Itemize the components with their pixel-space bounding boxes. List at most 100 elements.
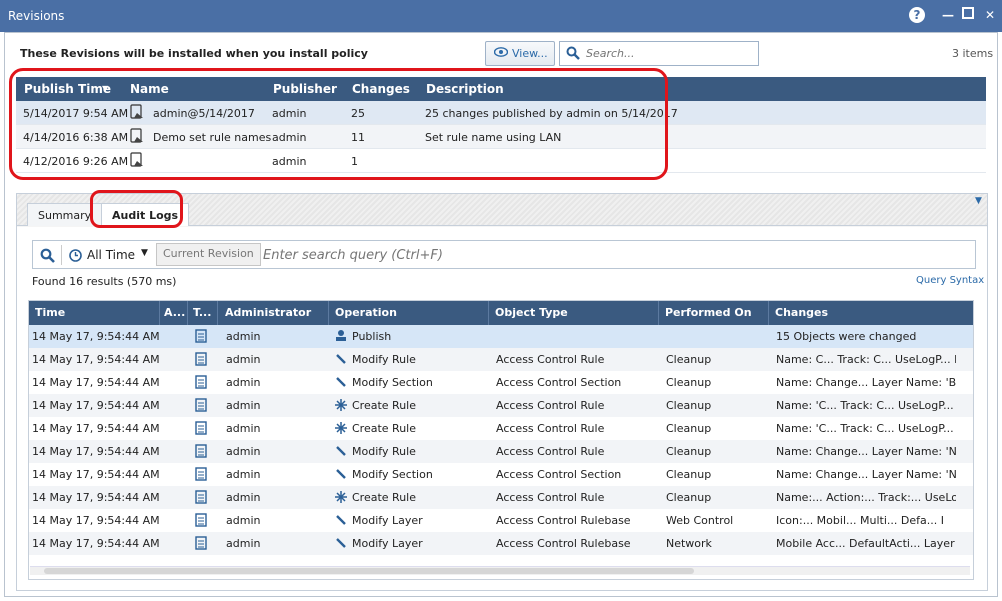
eye-icon <box>493 42 509 65</box>
audit-time: 14 May 17, 9:54:44 AM <box>32 468 160 481</box>
audit-performed-on: Cleanup <box>666 376 712 389</box>
divider <box>159 301 160 325</box>
search-input[interactable] <box>586 45 751 62</box>
document-icon <box>195 398 207 412</box>
clock-icon <box>69 249 82 262</box>
audit-changes: Icon:... Mobil... Multi... Defa... I <box>776 514 944 527</box>
pencil-icon <box>334 444 348 458</box>
audit-performed-on: Cleanup <box>666 445 712 458</box>
audit-time: 14 May 17, 9:54:44 AM <box>32 353 160 366</box>
col-time[interactable]: Time <box>35 306 65 319</box>
audit-row[interactable]: 14 May 17, 9:54:44 AM admin Modify Layer Ac… <box>29 532 973 555</box>
pencil-icon <box>334 375 348 389</box>
audit-admin: admin <box>226 514 261 527</box>
audit-object-type: Access Control Section <box>496 468 622 481</box>
close-icon[interactable]: ✕ <box>982 7 998 23</box>
audit-operation: Create Rule <box>352 422 416 435</box>
audit-operation: Publish <box>352 330 392 343</box>
audit-object-type: Access Control Rule <box>496 491 605 504</box>
window-title: Revisions <box>8 9 65 23</box>
audit-changes: Name: 'C... Track: C... UseLogP... L <box>776 399 956 412</box>
audit-time: 14 May 17, 9:54:44 AM <box>32 514 160 527</box>
sparkle-icon <box>334 421 348 435</box>
col-changes[interactable]: Changes <box>775 306 828 319</box>
audit-time: 14 May 17, 9:54:44 AM <box>32 330 160 343</box>
view-button[interactable]: View... <box>485 41 555 66</box>
audit-changes: Name: Change... Layer Name: 'N... L <box>776 445 956 458</box>
col-object-type[interactable]: Object Type <box>495 306 568 319</box>
audit-row[interactable]: 14 May 17, 9:54:44 AM admin Modify Rule Acc… <box>29 440 973 463</box>
document-icon <box>195 513 207 527</box>
horizontal-scrollbar[interactable] <box>30 566 970 575</box>
audit-performed-on: Cleanup <box>666 468 712 481</box>
audit-object-type: Access Control Rulebase <box>496 537 631 550</box>
audit-time: 14 May 17, 9:54:44 AM <box>32 445 160 458</box>
sparkle-icon <box>334 398 348 412</box>
col-administrator[interactable]: Administrator <box>225 306 311 319</box>
publish-icon <box>334 329 348 343</box>
pencil-icon <box>334 513 348 527</box>
audit-changes: Name:... Action:... Track:... UseLo <box>776 491 956 504</box>
audit-admin: admin <box>226 353 261 366</box>
document-icon <box>195 490 207 504</box>
audit-row[interactable]: 14 May 17, 9:54:44 AM admin Create Rule Acc… <box>29 417 973 440</box>
audit-logs-panel: All Time ▼ Current Revision Found 16 res… <box>17 227 987 590</box>
scroll-thumb[interactable] <box>44 568 694 574</box>
document-icon <box>195 444 207 458</box>
document-icon <box>195 375 207 389</box>
col-performed-on[interactable]: Performed On <box>665 306 752 319</box>
audit-row[interactable]: 14 May 17, 9:54:44 AM admin Create Rule Acc… <box>29 486 973 509</box>
search-box[interactable] <box>559 41 759 66</box>
query-syntax-link[interactable]: Query Syntax <box>916 275 984 286</box>
current-revision-button[interactable]: Current Revision <box>156 243 261 266</box>
audit-admin: admin <box>226 330 261 343</box>
audit-row[interactable]: 14 May 17, 9:54:44 AM admin Create Rule Acc… <box>29 394 973 417</box>
collapse-icon[interactable]: ▼ <box>975 196 982 206</box>
audit-row[interactable]: 14 May 17, 9:54:44 AM admin Publish 15 Obje… <box>29 325 973 348</box>
pencil-icon <box>334 352 348 366</box>
audit-row[interactable]: 14 May 17, 9:54:44 AM admin Modify Rule Acc… <box>29 348 973 371</box>
audit-operation: Create Rule <box>352 399 416 412</box>
audit-header: Time A... T... Administrator Operation O… <box>29 301 973 325</box>
audit-time: 14 May 17, 9:54:44 AM <box>32 422 160 435</box>
col-t[interactable]: T... <box>193 306 211 319</box>
audit-changes: Name: Change... Layer Name: 'N... L <box>776 468 956 481</box>
divider <box>658 301 659 325</box>
results-info: Found 16 results (570 ms) <box>32 275 177 288</box>
help-icon[interactable]: ? <box>909 7 925 23</box>
audit-changes: Mobile Acc... DefaultActi... Layer Na <box>776 537 956 550</box>
divider <box>328 301 329 325</box>
view-button-label: View... <box>512 47 548 60</box>
divider <box>187 301 188 325</box>
audit-operation: Modify Layer <box>352 514 423 527</box>
audit-operation: Modify Section <box>352 376 433 389</box>
divider <box>488 301 489 325</box>
highlight-outline-audit-tab <box>90 190 183 228</box>
minimize-icon[interactable]: — <box>940 7 956 23</box>
audit-rows: 14 May 17, 9:54:44 AM admin Publish 15 Obje… <box>29 325 973 555</box>
audit-performed-on: Web Control <box>666 514 734 527</box>
col-operation[interactable]: Operation <box>335 306 397 319</box>
chevron-down-icon[interactable]: ▼ <box>141 248 148 258</box>
audit-performed-on: Cleanup <box>666 399 712 412</box>
maximize-icon[interactable] <box>960 7 976 23</box>
audit-row[interactable]: 14 May 17, 9:54:44 AM admin Modify Section… <box>29 463 973 486</box>
audit-object-type: Access Control Rule <box>496 422 605 435</box>
query-bar: All Time ▼ Current Revision <box>32 240 976 269</box>
audit-table: Time A... T... Administrator Operation O… <box>28 300 974 580</box>
col-a[interactable]: A... <box>164 306 185 319</box>
highlight-outline-revisions <box>9 68 668 180</box>
audit-row[interactable]: 14 May 17, 9:54:44 AM admin Modify Section… <box>29 371 973 394</box>
audit-time: 14 May 17, 9:54:44 AM <box>32 537 160 550</box>
audit-performed-on: Cleanup <box>666 353 712 366</box>
audit-row[interactable]: 14 May 17, 9:54:44 AM admin Modify Layer Ac… <box>29 509 973 532</box>
query-input[interactable] <box>263 246 963 264</box>
audit-operation: Modify Layer <box>352 537 423 550</box>
items-count: 3 items <box>952 47 994 60</box>
search-icon <box>566 46 580 60</box>
audit-object-type: Access Control Rule <box>496 445 605 458</box>
audit-operation: Modify Rule <box>352 445 416 458</box>
audit-changes: Name: Change... Layer Name: 'B... L <box>776 376 956 389</box>
time-filter-dropdown[interactable]: All Time <box>87 248 135 262</box>
search-icon[interactable] <box>40 248 55 263</box>
